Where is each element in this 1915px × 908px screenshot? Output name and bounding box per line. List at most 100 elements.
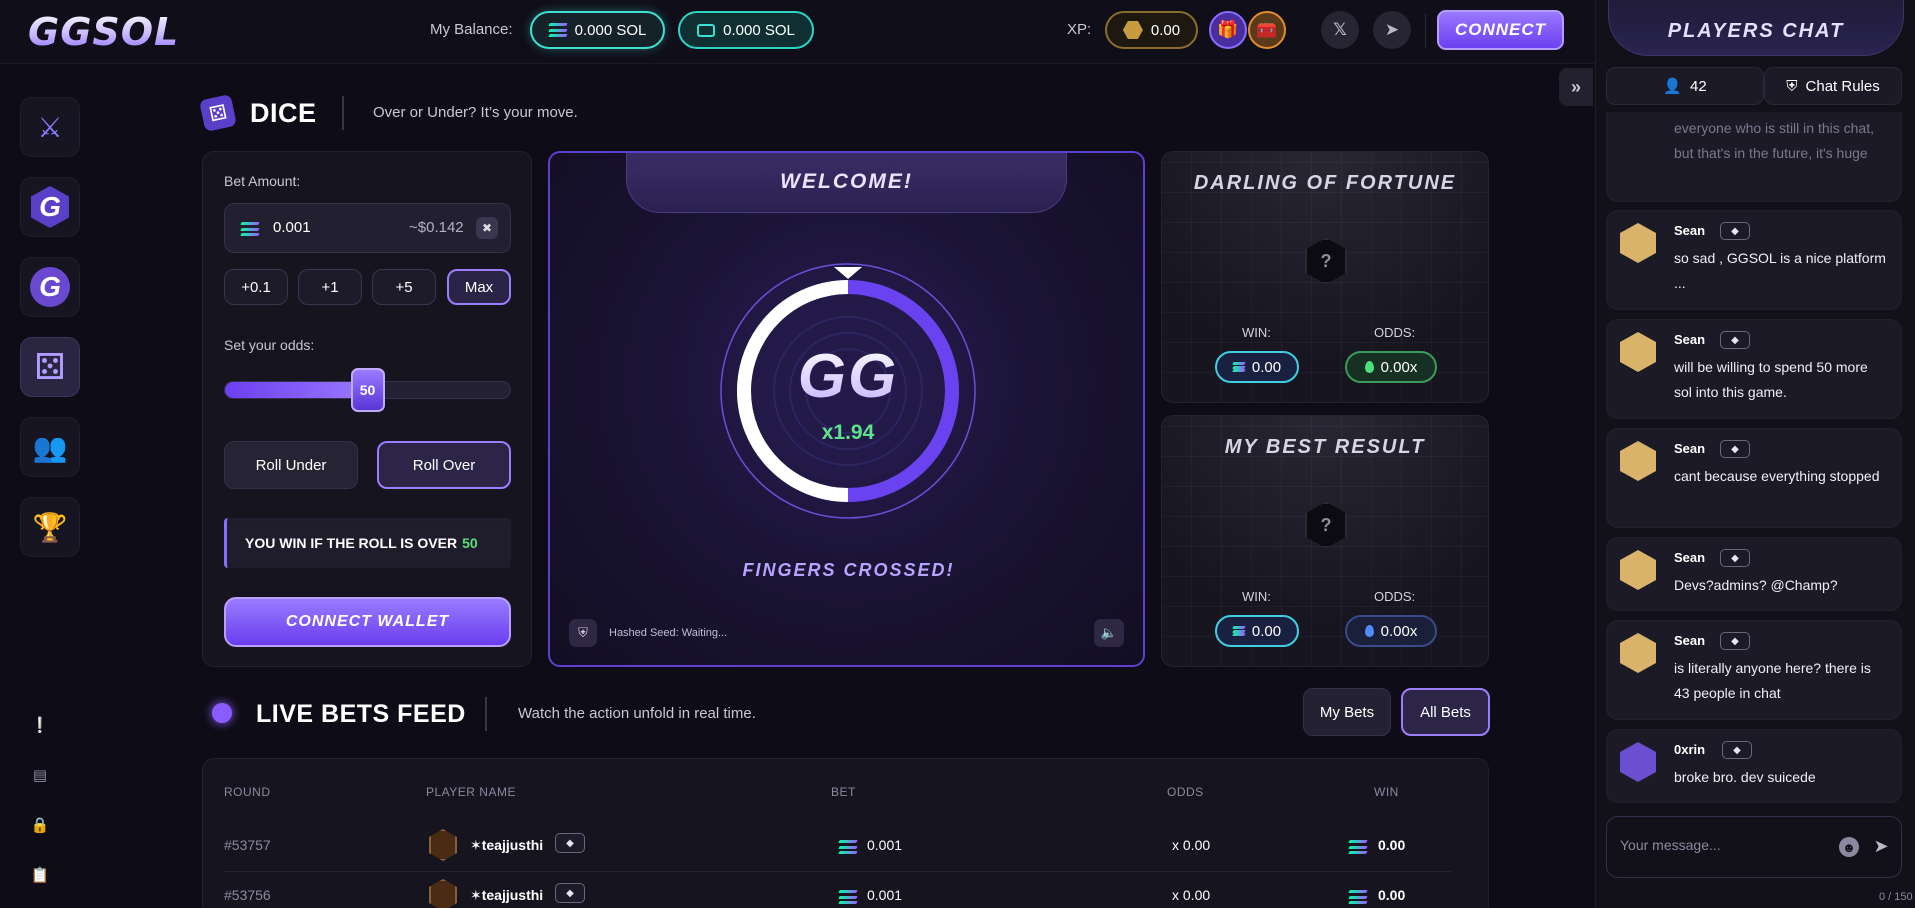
chat-message-text: so sad , GGSOL is a nice platform ... [1674, 250, 1886, 291]
roll-under-button[interactable]: Roll Under [224, 441, 358, 489]
chat-username[interactable]: Sean [1674, 223, 1705, 238]
darling-of-fortune-card: DARLING OF FORTUNE ? WIN: ODDS: 0.00 0.0… [1161, 151, 1489, 403]
telegram-button[interactable]: ➤ [1373, 11, 1411, 49]
win-condition-text: YOU WIN IF THE ROLL IS OVER [245, 535, 458, 551]
diamond-icon: ◆ [555, 883, 585, 903]
win-cell: 0.00 [1378, 837, 1406, 853]
chat-username[interactable]: Sean [1674, 550, 1705, 565]
game-status: FINGERS CROSSED! [742, 560, 955, 580]
win-label: WIN: [1242, 589, 1271, 604]
sound-toggle-button[interactable]: 🔈 [1094, 619, 1124, 647]
max-button[interactable]: Max [447, 269, 511, 305]
gift-icon: 🎁 [1217, 20, 1239, 39]
table-row[interactable]: #53756 ✶teajjusthi ◆ 0.001 x 0.00 0.00 [203, 871, 1443, 908]
sidebar-item-battles[interactable]: ⚔ [20, 97, 80, 157]
add-5-button[interactable]: +5 [372, 269, 436, 305]
diamond-icon: ◆ [1720, 440, 1750, 458]
sidebar-item-g-game[interactable]: G [20, 177, 80, 237]
sidebar-item-g-token[interactable]: G [20, 257, 80, 317]
avatar[interactable] [1620, 550, 1656, 590]
bet-cell: 0.001 [867, 887, 903, 903]
avatar[interactable] [1620, 441, 1656, 481]
chat-username[interactable]: Sean [1674, 332, 1705, 347]
sidebar-item-dice[interactable]: ⚄ [20, 337, 80, 397]
page-subtitle: Over or Under? It’s your move. [373, 104, 578, 121]
chat-username[interactable]: 0xrin [1674, 742, 1705, 757]
win-cell: 0.00 [1378, 887, 1406, 903]
bet-amount-input[interactable]: 0.001 ~$0.142 ✖ [224, 203, 511, 253]
chat-message-text: is literally anyone here? there is 43 pe… [1674, 660, 1871, 701]
emoji-button[interactable]: ☻ [1839, 837, 1859, 857]
game-panel: WELCOME! GG x1.94 FINGERS CROSSED! ⛨ Has… [548, 151, 1145, 667]
add-1-button[interactable]: +1 [298, 269, 362, 305]
add-0.1-button[interactable]: +0.1 [224, 269, 288, 305]
online-count-value: 42 [1690, 77, 1707, 95]
feedback-button[interactable]: ❕ [25, 710, 55, 740]
avatar[interactable] [1620, 742, 1656, 782]
chat-username[interactable]: Sean [1674, 441, 1705, 456]
diamond-icon: ◆ [555, 833, 585, 853]
sidebar-item-leaderboard[interactable]: 🏆 [20, 497, 80, 557]
chat-title: PLAYERS CHAT [1608, 0, 1904, 56]
tab-all-bets[interactable]: All Bets [1401, 688, 1490, 736]
chat-message: Sean ◆ is literally anyone here? there i… [1606, 620, 1902, 720]
sol-balance-pill[interactable]: 0.000 SOL [530, 11, 665, 49]
privacy-button[interactable]: 🔒 [25, 810, 55, 840]
win-value-pill: 0.00 [1215, 351, 1299, 383]
chest-button[interactable]: 🧰 [1248, 11, 1286, 49]
solana-icon [240, 222, 260, 236]
odds-cell: x 0.00 [1172, 837, 1211, 853]
win-condition-number: 50 [462, 535, 478, 551]
chat-collapse-button[interactable]: » [1559, 68, 1593, 106]
drop-icon [1364, 625, 1374, 637]
bet-amount-usd: ~$0.142 [409, 219, 464, 236]
solana-icon [838, 890, 858, 904]
gift-button[interactable]: 🎁 [1209, 11, 1247, 49]
speaker-icon: 🔈 [1100, 625, 1118, 640]
top-bar: GGSOL My Balance: 0.000 SOL 0.000 SOL XP… [0, 0, 1595, 64]
column-header-bet: BET [831, 785, 856, 799]
xp-value: 0.00 [1150, 21, 1181, 39]
x-social-button[interactable]: 𝕏 [1321, 11, 1359, 49]
ticket-balance-value: 0.000 SOL [723, 21, 795, 39]
column-header-odds: ODDS [1167, 785, 1204, 799]
avatar[interactable] [1620, 223, 1656, 263]
docs-button[interactable]: ▤ [25, 760, 55, 790]
chat-username[interactable]: Sean [1674, 633, 1705, 648]
sol-balance-value: 0.000 SOL [574, 21, 647, 39]
solana-icon [1232, 362, 1246, 372]
card-title: MY BEST RESULT [1224, 436, 1426, 458]
send-button[interactable]: ➤ [1870, 835, 1892, 857]
chat-message: 0xrin ◆ broke bro. dev suicede [1606, 729, 1902, 803]
bet-cell: 0.001 [867, 837, 903, 853]
xp-pill[interactable]: 0.00 [1105, 11, 1198, 49]
ticket-icon [697, 23, 716, 37]
table-row[interactable]: #53757 ✶teajjusthi ◆ 0.001 x 0.00 0.00 [203, 821, 1443, 871]
provably-fair-button[interactable]: ⛨ [569, 619, 597, 647]
chat-rules-button[interactable]: ⛨ Chat Rules [1764, 67, 1902, 105]
terms-button[interactable]: 📋 [25, 860, 55, 890]
avatar[interactable] [1620, 633, 1656, 673]
close-icon: ✖ [481, 221, 493, 235]
roll-over-button[interactable]: Roll Over [377, 441, 511, 489]
diamond-icon: ◆ [1720, 222, 1750, 240]
ticket-balance-pill[interactable]: 0.000 SOL [678, 11, 814, 49]
chest-icon: 🧰 [1256, 20, 1278, 39]
chat-message-text: everyone who is still in this chat, but … [1674, 120, 1874, 161]
player-name-cell[interactable]: ✶teajjusthi [470, 837, 543, 854]
chat-message-input[interactable] [1620, 837, 1820, 853]
emoji-icon: ☻ [1842, 839, 1856, 855]
player-name-cell[interactable]: ✶teajjusthi [470, 887, 543, 904]
connect-button[interactable]: CONNECT [1437, 10, 1564, 50]
avatar[interactable] [1620, 332, 1656, 372]
clear-amount-button[interactable]: ✖ [476, 217, 498, 239]
sidebar-item-players[interactable]: 👥 [20, 417, 80, 477]
connect-wallet-button[interactable]: CONNECT WALLET [224, 597, 511, 647]
column-header-round: ROUND [224, 785, 271, 799]
site-logo[interactable]: GGSOL [28, 10, 179, 54]
feedback-icon: ❕ [30, 717, 50, 734]
tab-my-bets[interactable]: My Bets [1303, 688, 1391, 736]
odds-slider-handle[interactable]: 50 [350, 368, 385, 412]
diamond-icon: ◆ [1720, 632, 1750, 650]
chat-message: Sean ◆ so sad , GGSOL is a nice platform… [1606, 210, 1902, 310]
